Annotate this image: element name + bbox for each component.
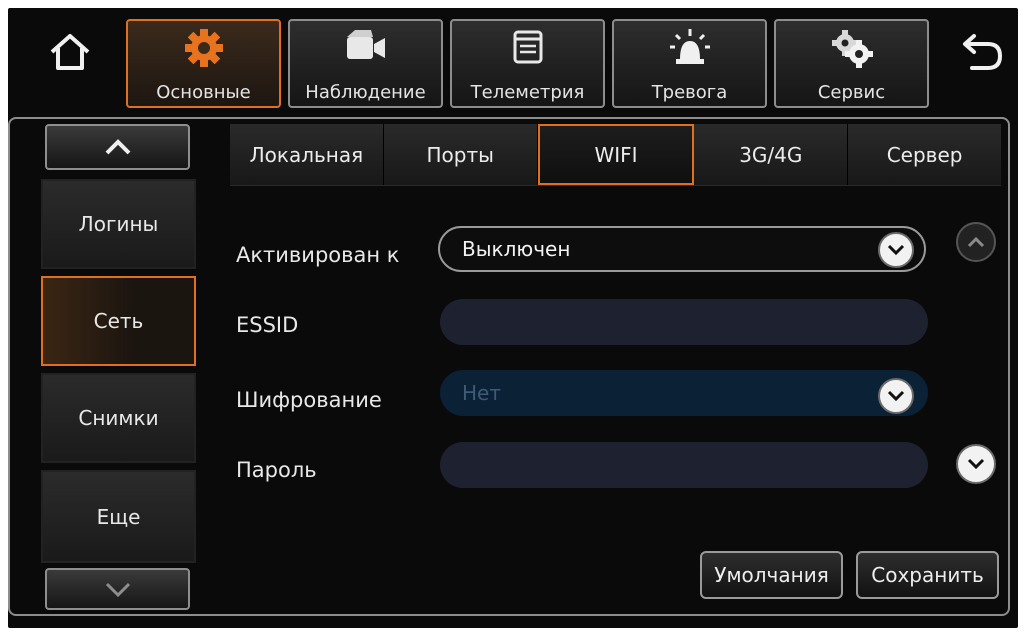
gears-icon — [829, 27, 875, 73]
chevron-up-icon — [967, 236, 985, 248]
subtab-label: WIFI — [594, 142, 638, 167]
tab-osnovnye[interactable]: Основные — [126, 19, 281, 108]
tab-label: Сервис — [817, 82, 886, 103]
tab-label: Наблюдение — [305, 82, 426, 103]
defaults-label: Умолчания — [714, 563, 829, 587]
chevron-down-icon — [887, 244, 905, 256]
subtab-porty[interactable]: Порты — [384, 124, 538, 185]
activated-dropdown-button[interactable] — [878, 232, 914, 268]
sidebar-item-loginy[interactable]: Логины — [41, 179, 196, 269]
chevron-down-icon — [967, 458, 985, 470]
encryption-value: Нет — [462, 381, 501, 405]
defaults-button[interactable]: Умолчания — [700, 551, 843, 599]
subtab-3g4g[interactable]: 3G/4G — [694, 124, 849, 185]
scroll-down-button[interactable] — [956, 444, 996, 484]
back-arrow-icon[interactable] — [960, 28, 1006, 74]
activated-label: Активирован к — [236, 243, 400, 267]
sidebar-item-label: Снимки — [78, 406, 159, 430]
sidebar-item-eshche[interactable]: Еще — [41, 470, 196, 563]
encryption-label: Шифрование — [236, 388, 382, 412]
home-icon[interactable] — [48, 30, 92, 74]
chevron-down-icon — [887, 390, 905, 402]
scroll-up-button[interactable] — [956, 222, 996, 262]
subtab-bar: Локальная Порты WIFI 3G/4G Сервер — [230, 124, 1001, 186]
save-label: Сохранить — [871, 563, 984, 587]
subtab-label: 3G/4G — [739, 142, 803, 167]
essid-label: ESSID — [236, 313, 299, 337]
gear-icon — [183, 27, 225, 73]
subtab-label: Локальная — [249, 142, 364, 167]
chevron-down-icon — [105, 582, 130, 598]
camera-icon — [343, 27, 389, 71]
encryption-dropdown-button[interactable] — [878, 378, 914, 414]
sidebar-item-label: Еще — [96, 504, 141, 529]
sidebar-item-set[interactable]: Сеть — [41, 276, 196, 366]
password-input[interactable] — [440, 442, 928, 488]
tab-trevoga[interactable]: Тревога — [612, 19, 767, 108]
chevron-up-icon — [105, 139, 130, 155]
tab-label: Тревога — [651, 82, 728, 103]
tab-nablyudenie[interactable]: Наблюдение — [288, 19, 443, 108]
tab-servis[interactable]: Сервис — [774, 19, 929, 108]
tab-label: Основные — [156, 82, 251, 103]
sidebar-item-snimki[interactable]: Снимки — [41, 373, 196, 463]
subtab-wifi[interactable]: WIFI — [537, 124, 695, 185]
window-icon — [508, 27, 548, 71]
essid-input[interactable] — [440, 299, 928, 345]
encryption-select[interactable]: Нет — [440, 370, 928, 416]
sidebar-scroll-up-button[interactable] — [45, 124, 190, 170]
activated-select[interactable]: Выключен — [438, 226, 926, 272]
subtab-label: Порты — [426, 142, 494, 167]
sidebar-item-label: Сеть — [93, 309, 144, 333]
tab-label: Телеметрия — [470, 82, 585, 103]
alarm-light-icon — [668, 27, 712, 71]
subtab-label: Сервер — [886, 142, 963, 167]
tab-telemetriya[interactable]: Телеметрия — [450, 19, 605, 108]
save-button[interactable]: Сохранить — [856, 551, 999, 599]
sidebar-scroll-down-button[interactable] — [45, 568, 190, 610]
password-label: Пароль — [236, 458, 317, 482]
activated-value: Выключен — [462, 237, 571, 261]
sidebar-item-label: Логины — [78, 212, 159, 236]
subtab-server[interactable]: Сервер — [848, 124, 1001, 185]
subtab-lokalnaya[interactable]: Локальная — [230, 124, 384, 185]
